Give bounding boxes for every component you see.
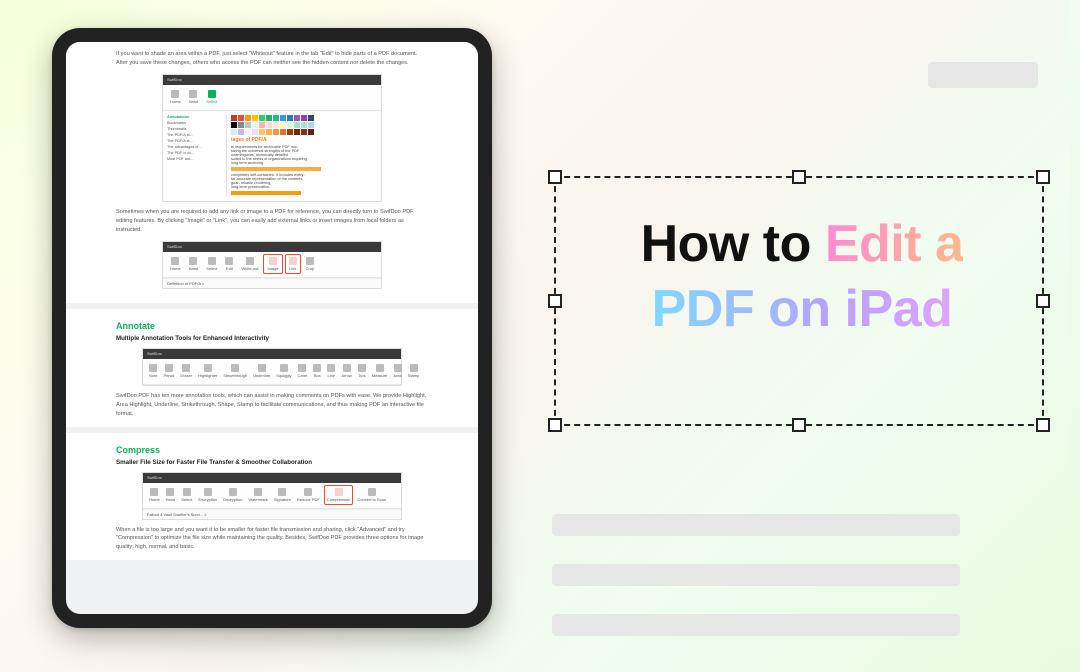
tool-area[interactable]: Area [391,362,403,380]
inset-toolbar: Home Hand Select [163,85,381,111]
placeholder-line-2 [552,564,960,586]
resize-handle-tr[interactable] [1036,170,1050,184]
resize-handle-ml[interactable] [548,294,562,308]
inset-whiteout-screenshot: SwifDoo Home Hand Select Annotations Boo… [162,74,382,202]
inset-titlebar: SwifDoo [143,349,401,359]
tool-white-out[interactable]: White-out [238,255,261,273]
tool-hand[interactable]: Hand [164,486,178,504]
inset-toolbar-link: HomeHandSelectEditWhite-outImageLinkCrop [163,252,381,278]
tool-pencil[interactable]: Pencil [161,362,176,380]
inset-link-screenshot: SwifDoo HomeHandSelectEditWhite-outImage… [162,241,382,289]
tool-link[interactable]: Link [285,254,301,274]
color-swatch-grid [231,115,377,135]
section-annotate: Annotate Multiple Annotation Tools for E… [66,309,478,427]
inset-compress-toolbar: SwifDoo HomeHandSelectEncryptionDecrypti… [142,472,402,520]
compress-toolbar: HomeHandSelectEncryptionDecryptionWaterm… [143,483,401,509]
placeholder-line-1 [552,514,960,536]
tool-measure[interactable]: Measure [370,362,390,380]
compress-heading: Compress [116,445,428,455]
inset-text-2: completely self-contained. It includes e… [231,173,377,189]
tool-image[interactable]: Image [263,254,282,274]
tool-tips[interactable]: Tips [356,362,368,380]
annotate-heading: Annotate [116,321,428,331]
tool-home[interactable]: Home [147,486,162,504]
highlight-line-2 [231,191,301,195]
tool-stamp[interactable]: Stamp [406,362,422,380]
resize-handle-br[interactable] [1036,418,1050,432]
resize-handle-tl[interactable] [548,170,562,184]
tool-strikethrough[interactable]: Strikethrough [221,362,249,380]
tool-caret[interactable]: Caret [296,362,310,380]
tool-underline[interactable]: Underline [251,362,272,380]
resize-handle-bc[interactable] [792,418,806,432]
whiteout-paragraph: If you want to shade an area within a PD… [116,50,428,68]
section-whiteout: If you want to shade an area within a PD… [66,42,478,303]
tool-watermark[interactable]: Watermark [246,486,269,504]
ipad-screen: If you want to shade an area within a PD… [66,42,478,614]
highlight-line [231,167,321,171]
inset-right-body: tages of PDF/A ts requirements for archi… [227,115,377,197]
tool-hand[interactable]: Hand [186,88,202,106]
tool-home[interactable]: Home [167,255,184,273]
doc-tab: Fallout 4 Vault Dweller's Survi... × [143,509,401,519]
tool-hand[interactable]: Hand [186,255,202,273]
annotate-sub: Multiple Annotation Tools for Enhanced I… [116,335,428,342]
tool-edit[interactable]: Edit [222,255,236,273]
compress-sub: Smaller File Size for Faster File Transf… [116,459,428,466]
placeholder-line-3 [552,614,960,636]
tool-line[interactable]: Line [325,362,337,380]
resize-handle-bl[interactable] [548,418,562,432]
tool-home[interactable]: Home [167,88,184,106]
ipad-mockup: If you want to shade an area within a PD… [52,28,492,628]
link-paragraph: Sometimes when you are required to add a… [116,208,428,235]
resize-handle-mr[interactable] [1036,294,1050,308]
inset-annotate-toolbar: SwifDoo NotePencilEraserHighlighterStrik… [142,348,402,386]
placeholder-top [928,62,1038,88]
inset-body: Annotations Bookmarks Thumbnails The PDF… [163,111,381,201]
tool-arrow[interactable]: Arrow [339,362,353,380]
doc-tab: Definition of PDF/A × [163,278,381,288]
section-compress: Compress Smaller File Size for Faster Fi… [66,433,478,561]
document-page: If you want to shade an area within a PD… [66,42,478,614]
inset-titlebar: SwifDoo [163,75,381,85]
tool-encryption[interactable]: Encryption [196,486,219,504]
tool-highlighter[interactable]: Highlighter [196,362,219,380]
text-selection-box[interactable] [554,176,1044,426]
tool-squiggly[interactable]: Squiggly [274,362,293,380]
tool-select[interactable]: Select [203,88,220,106]
edge-mask [1070,0,1080,672]
tool-convert-to-scan[interactable]: Convert to Scan [355,486,388,504]
compress-body: When a file is too large and you want it… [116,526,428,553]
tool-note[interactable]: Note [147,362,159,380]
tool-select[interactable]: Select [179,486,194,504]
tool-crop[interactable]: Crop [303,255,318,273]
resize-handle-tc[interactable] [792,170,806,184]
tool-signature[interactable]: Signature [272,486,293,504]
annotate-body: SwifDoo PDF has ten more annotation tool… [116,392,428,419]
inset-titlebar: SwifDoo [163,242,381,252]
annotate-toolbar: NotePencilEraserHighlighterStrikethrough… [143,359,401,385]
tool-eraser[interactable]: Eraser [178,362,194,380]
inset-titlebar: SwifDoo [143,473,401,483]
tool-decryption[interactable]: Decryption [221,486,244,504]
tool-compression[interactable]: Compression [324,485,354,505]
tool-reduce-pdf[interactable]: Reduce PDF [295,486,322,504]
inset-left-labels: Annotations Bookmarks Thumbnails The PDF… [167,115,227,197]
tool-select[interactable]: Select [203,255,220,273]
inset-subheading: tages of PDF/A [231,137,377,143]
inset-text: ts requirements for archivable PDF doc- … [231,145,377,165]
tool-box[interactable]: Box [311,362,323,380]
